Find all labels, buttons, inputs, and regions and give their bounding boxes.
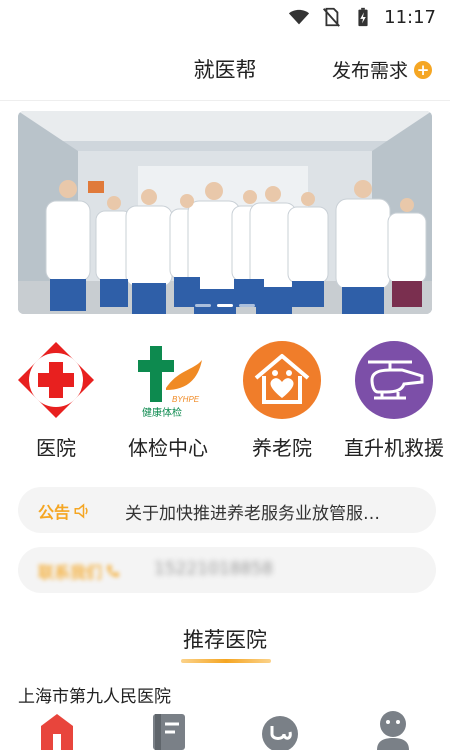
hospital-name[interactable]: 上海市第九人民医院 [18, 682, 171, 707]
app-header: 就医帮 发布需求 + [0, 34, 450, 101]
doctors-group-image [18, 111, 432, 314]
svg-text:BYHPE: BYHPE [172, 395, 200, 404]
notice-bar[interactable]: 公告 关于加快推进养老服务业放管服… [18, 487, 436, 533]
phone-icon [107, 565, 120, 577]
speaker-icon [74, 503, 88, 519]
no-sim-icon [323, 7, 341, 27]
carousel-dot[interactable] [239, 304, 255, 307]
carousel-dot-active[interactable] [217, 304, 233, 307]
svg-text:健康体检: 健康体检 [142, 406, 182, 419]
category-grid: 医院 BYHPE 健康体检 体检中心 养老院 直升机救援 [0, 340, 450, 460]
clock: 11:17 [384, 6, 436, 28]
status-icons: 11:17 [288, 6, 436, 28]
publish-request-button[interactable]: 发布需求 + [332, 56, 432, 83]
category-helicopter-rescue[interactable]: 直升机救援 [338, 340, 450, 461]
notice-tag: 公告 [38, 499, 91, 523]
banner-carousel[interactable] [18, 111, 432, 314]
section-title-underline [181, 659, 271, 663]
category-label: 养老院 [252, 436, 312, 460]
category-label: 医院 [36, 436, 76, 460]
category-label: 直升机救援 [344, 436, 444, 460]
plus-circle-icon: + [414, 60, 432, 79]
category-hospital[interactable]: 医院 [0, 340, 112, 461]
helicopter-icon [355, 341, 433, 419]
contact-bar[interactable]: 联系我们 15221018858 [18, 547, 436, 593]
publish-request-label: 发布需求 [331, 60, 408, 82]
notice-tag-label: 公告 [38, 503, 71, 522]
battery-charging-icon [358, 7, 368, 27]
contact-tag: 联系我们 [38, 559, 121, 583]
category-label: 体检中心 [128, 436, 208, 460]
contact-tag-label: 联系我们 [38, 563, 103, 582]
status-bar: 11:17 [0, 0, 450, 34]
hospital-cross-icon [18, 342, 94, 418]
nursing-home-icon [243, 341, 321, 419]
home-icon[interactable] [37, 710, 77, 750]
hospital-feature-icons [0, 710, 450, 750]
carousel-indicators [18, 304, 432, 307]
health-checkup-logo-icon: BYHPE 健康体检 [138, 346, 202, 419]
contact-phone[interactable]: 15221018858 [154, 559, 273, 579]
notice-text: 关于加快推进养老服务业放管服… [125, 504, 380, 524]
carousel-dot[interactable] [195, 304, 211, 307]
section-title-recommend: 推荐医院 [183, 628, 267, 652]
category-nursing-home[interactable]: 养老院 [226, 340, 338, 461]
wifi-icon [289, 9, 310, 25]
doctor-avatar-icon[interactable] [373, 710, 413, 750]
stethoscope-icon[interactable] [260, 710, 300, 750]
category-health-checkup[interactable]: BYHPE 健康体检 体检中心 [112, 340, 224, 461]
document-icon[interactable] [149, 710, 189, 750]
